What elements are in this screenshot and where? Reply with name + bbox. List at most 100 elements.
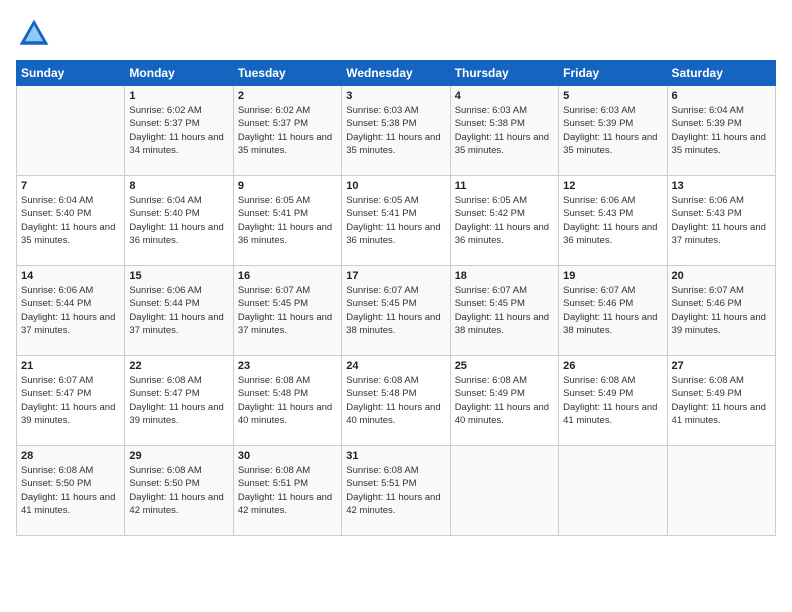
calendar-cell: 16 Sunrise: 6:07 AMSunset: 5:45 PMDayligh… xyxy=(233,266,341,356)
cell-content: Sunrise: 6:08 AMSunset: 5:48 PMDaylight:… xyxy=(238,374,337,427)
day-number: 19 xyxy=(563,270,662,282)
day-number: 31 xyxy=(346,450,445,462)
cell-content: Sunrise: 6:06 AMSunset: 5:43 PMDaylight:… xyxy=(672,194,771,247)
cell-content: Sunrise: 6:08 AMSunset: 5:47 PMDaylight:… xyxy=(129,374,228,427)
day-number: 10 xyxy=(346,180,445,192)
cell-content: Sunrise: 6:03 AMSunset: 5:39 PMDaylight:… xyxy=(563,104,662,157)
calendar-week-row: 21 Sunrise: 6:07 AMSunset: 5:47 PMDayligh… xyxy=(17,356,776,446)
calendar-cell xyxy=(667,446,775,536)
cell-content: Sunrise: 6:03 AMSunset: 5:38 PMDaylight:… xyxy=(455,104,554,157)
weekday-header: Wednesday xyxy=(342,61,450,86)
day-number: 20 xyxy=(672,270,771,282)
cell-content: Sunrise: 6:06 AMSunset: 5:44 PMDaylight:… xyxy=(129,284,228,337)
calendar-cell: 27 Sunrise: 6:08 AMSunset: 5:49 PMDayligh… xyxy=(667,356,775,446)
calendar-week-row: 7 Sunrise: 6:04 AMSunset: 5:40 PMDaylight… xyxy=(17,176,776,266)
day-number: 13 xyxy=(672,180,771,192)
cell-content: Sunrise: 6:04 AMSunset: 5:40 PMDaylight:… xyxy=(21,194,120,247)
day-number: 21 xyxy=(21,360,120,372)
cell-content: Sunrise: 6:08 AMSunset: 5:49 PMDaylight:… xyxy=(455,374,554,427)
calendar-cell xyxy=(17,86,125,176)
cell-content: Sunrise: 6:07 AMSunset: 5:45 PMDaylight:… xyxy=(346,284,445,337)
page-header xyxy=(16,16,776,52)
calendar-cell: 13 Sunrise: 6:06 AMSunset: 5:43 PMDayligh… xyxy=(667,176,775,266)
calendar-table: SundayMondayTuesdayWednesdayThursdayFrid… xyxy=(16,60,776,536)
calendar-cell: 23 Sunrise: 6:08 AMSunset: 5:48 PMDayligh… xyxy=(233,356,341,446)
calendar-cell: 24 Sunrise: 6:08 AMSunset: 5:48 PMDayligh… xyxy=(342,356,450,446)
calendar-cell: 29 Sunrise: 6:08 AMSunset: 5:50 PMDayligh… xyxy=(125,446,233,536)
calendar-cell: 18Sunrise: 6:07 AMSunset: 5:45 PMDayligh… xyxy=(450,266,558,356)
calendar-cell: 19 Sunrise: 6:07 AMSunset: 5:46 PMDayligh… xyxy=(559,266,667,356)
cell-content: Sunrise: 6:08 AMSunset: 5:48 PMDaylight:… xyxy=(346,374,445,427)
day-number: 27 xyxy=(672,360,771,372)
day-number: 1 xyxy=(129,90,228,102)
calendar-cell: 31 Sunrise: 6:08 AMSunset: 5:51 PMDayligh… xyxy=(342,446,450,536)
calendar-cell: 25 Sunrise: 6:08 AMSunset: 5:49 PMDayligh… xyxy=(450,356,558,446)
day-number: 2 xyxy=(238,90,337,102)
weekday-header: Thursday xyxy=(450,61,558,86)
calendar-cell xyxy=(450,446,558,536)
weekday-header: Friday xyxy=(559,61,667,86)
cell-content: Sunrise: 6:08 AMSunset: 5:51 PMDaylight:… xyxy=(238,464,337,517)
calendar-cell: 30 Sunrise: 6:08 AMSunset: 5:51 PMDayligh… xyxy=(233,446,341,536)
day-number: 17 xyxy=(346,270,445,282)
day-number: 30 xyxy=(238,450,337,462)
weekday-header: Monday xyxy=(125,61,233,86)
calendar-cell: 26Sunrise: 6:08 AMSunset: 5:49 PMDayligh… xyxy=(559,356,667,446)
day-number: 15 xyxy=(129,270,228,282)
day-number: 16 xyxy=(238,270,337,282)
weekday-header: Sunday xyxy=(17,61,125,86)
logo-icon xyxy=(16,16,52,52)
day-number: 12 xyxy=(563,180,662,192)
cell-content: Sunrise: 6:07 AMSunset: 5:46 PMDaylight:… xyxy=(672,284,771,337)
calendar-cell: 21 Sunrise: 6:07 AMSunset: 5:47 PMDayligh… xyxy=(17,356,125,446)
cell-content: Sunrise: 6:07 AMSunset: 5:45 PMDaylight:… xyxy=(238,284,337,337)
cell-content: Sunrise: 6:03 AMSunset: 5:38 PMDaylight:… xyxy=(346,104,445,157)
weekday-header: Saturday xyxy=(667,61,775,86)
cell-content: Sunrise: 6:08 AMSunset: 5:49 PMDaylight:… xyxy=(563,374,662,427)
cell-content: Sunrise: 6:02 AMSunset: 5:37 PMDaylight:… xyxy=(238,104,337,157)
cell-content: Sunrise: 6:08 AMSunset: 5:49 PMDaylight:… xyxy=(672,374,771,427)
calendar-cell: 14 Sunrise: 6:06 AMSunset: 5:44 PMDayligh… xyxy=(17,266,125,356)
calendar-cell: 12 Sunrise: 6:06 AMSunset: 5:43 PMDayligh… xyxy=(559,176,667,266)
calendar-cell: 10Sunrise: 6:05 AMSunset: 5:41 PMDayligh… xyxy=(342,176,450,266)
calendar-cell: 15 Sunrise: 6:06 AMSunset: 5:44 PMDayligh… xyxy=(125,266,233,356)
day-number: 24 xyxy=(346,360,445,372)
calendar-cell: 4Sunrise: 6:03 AMSunset: 5:38 PMDaylight… xyxy=(450,86,558,176)
cell-content: Sunrise: 6:07 AMSunset: 5:45 PMDaylight:… xyxy=(455,284,554,337)
cell-content: Sunrise: 6:06 AMSunset: 5:44 PMDaylight:… xyxy=(21,284,120,337)
day-number: 6 xyxy=(672,90,771,102)
calendar-week-row: 28 Sunrise: 6:08 AMSunset: 5:50 PMDayligh… xyxy=(17,446,776,536)
day-number: 28 xyxy=(21,450,120,462)
day-number: 7 xyxy=(21,180,120,192)
cell-content: Sunrise: 6:05 AMSunset: 5:42 PMDaylight:… xyxy=(455,194,554,247)
calendar-cell: 2 Sunrise: 6:02 AMSunset: 5:37 PMDaylight… xyxy=(233,86,341,176)
calendar-cell: 1 Sunrise: 6:02 AMSunset: 5:37 PMDaylight… xyxy=(125,86,233,176)
calendar-header: SundayMondayTuesdayWednesdayThursdayFrid… xyxy=(17,61,776,86)
calendar-cell: 11Sunrise: 6:05 AMSunset: 5:42 PMDayligh… xyxy=(450,176,558,266)
cell-content: Sunrise: 6:06 AMSunset: 5:43 PMDaylight:… xyxy=(563,194,662,247)
cell-content: Sunrise: 6:04 AMSunset: 5:40 PMDaylight:… xyxy=(129,194,228,247)
calendar-cell: 7 Sunrise: 6:04 AMSunset: 5:40 PMDaylight… xyxy=(17,176,125,266)
day-number: 9 xyxy=(238,180,337,192)
day-number: 3 xyxy=(346,90,445,102)
calendar-cell xyxy=(559,446,667,536)
day-number: 14 xyxy=(21,270,120,282)
day-number: 22 xyxy=(129,360,228,372)
cell-content: Sunrise: 6:07 AMSunset: 5:47 PMDaylight:… xyxy=(21,374,120,427)
cell-content: Sunrise: 6:08 AMSunset: 5:51 PMDaylight:… xyxy=(346,464,445,517)
cell-content: Sunrise: 6:05 AMSunset: 5:41 PMDaylight:… xyxy=(238,194,337,247)
calendar-cell: 17 Sunrise: 6:07 AMSunset: 5:45 PMDayligh… xyxy=(342,266,450,356)
cell-content: Sunrise: 6:04 AMSunset: 5:39 PMDaylight:… xyxy=(672,104,771,157)
calendar-cell: 9 Sunrise: 6:05 AMSunset: 5:41 PMDaylight… xyxy=(233,176,341,266)
cell-content: Sunrise: 6:08 AMSunset: 5:50 PMDaylight:… xyxy=(21,464,120,517)
day-number: 29 xyxy=(129,450,228,462)
calendar-week-row: 14 Sunrise: 6:06 AMSunset: 5:44 PMDayligh… xyxy=(17,266,776,356)
day-number: 23 xyxy=(238,360,337,372)
cell-content: Sunrise: 6:08 AMSunset: 5:50 PMDaylight:… xyxy=(129,464,228,517)
day-number: 25 xyxy=(455,360,554,372)
cell-content: Sunrise: 6:02 AMSunset: 5:37 PMDaylight:… xyxy=(129,104,228,157)
day-number: 5 xyxy=(563,90,662,102)
calendar-cell: 3 Sunrise: 6:03 AMSunset: 5:38 PMDaylight… xyxy=(342,86,450,176)
cell-content: Sunrise: 6:07 AMSunset: 5:46 PMDaylight:… xyxy=(563,284,662,337)
logo xyxy=(16,16,56,52)
